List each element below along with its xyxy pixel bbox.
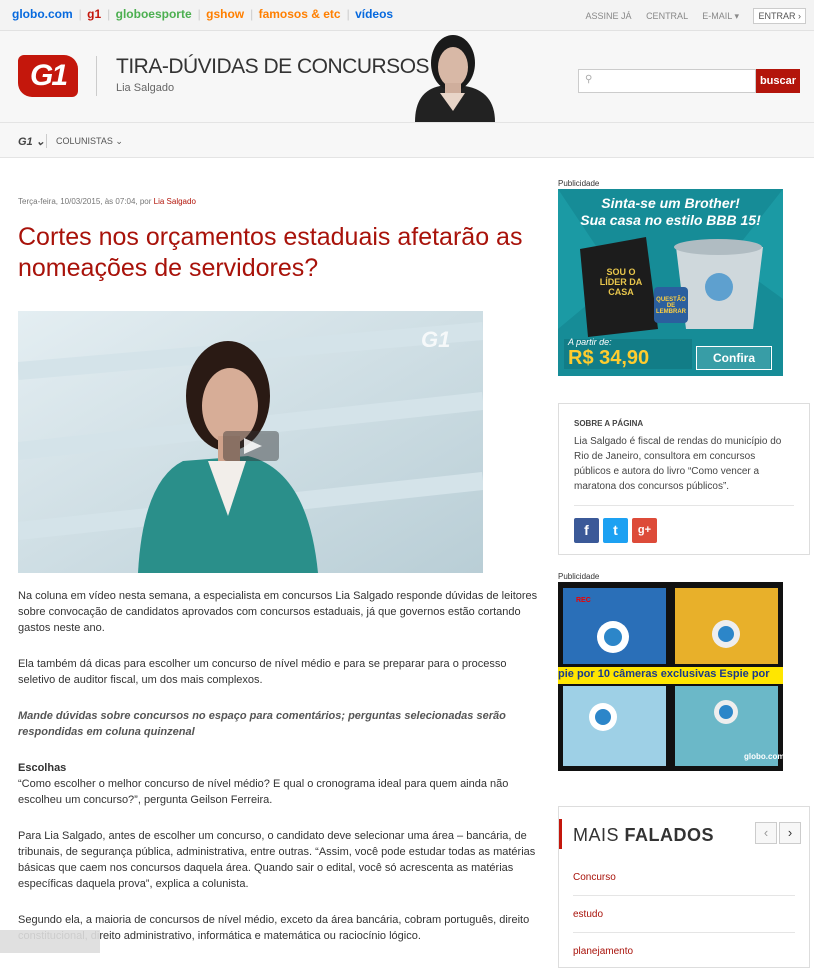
- list-item[interactable]: planejamento: [573, 946, 633, 957]
- mais-falados-title: MAIS FALADOS: [573, 825, 714, 846]
- chevron-down-icon: ▾: [731, 11, 739, 21]
- about-title: SOBRE A PÁGINA: [574, 419, 644, 428]
- email-label: E-MAIL: [702, 11, 732, 21]
- ad1-mug-text: QUESTÃO DE LEMBRAR: [656, 297, 686, 315]
- link-globo[interactable]: globo.com: [12, 7, 73, 21]
- search-button[interactable]: buscar: [756, 69, 800, 93]
- ad-banner-bbb[interactable]: pie por 10 câmeras exclusivas Espie por …: [558, 582, 783, 771]
- article-author-link[interactable]: Lia Salgado: [154, 197, 196, 206]
- ad-label: Publicidade: [558, 572, 600, 581]
- assine-link[interactable]: ASSINE JÁ: [586, 11, 632, 21]
- link-globoesporte[interactable]: globoesporte: [116, 7, 192, 21]
- paragraph-emphasis: Mande dúvidas sobre concursos no espaço …: [18, 710, 506, 738]
- author-portrait: [385, 31, 520, 122]
- link-g1[interactable]: g1: [87, 7, 101, 21]
- divider: [574, 505, 794, 506]
- divider: [573, 932, 795, 933]
- chevron-down-icon: ⌄: [32, 136, 45, 148]
- blog-title[interactable]: TIRA-DÚVIDAS DE CONCURSOS: [116, 55, 430, 79]
- video-g1-watermark: G1: [421, 327, 451, 352]
- paragraph: Na coluna em vídeo nesta semana, a espec…: [18, 590, 538, 634]
- ad2-logo: globo.com: [744, 752, 783, 761]
- chevron-right-icon: ›: [795, 11, 801, 21]
- globo-topbar: globo.com | g1 | globoesporte | gshow | famo…: [0, 0, 814, 31]
- search-box: ⚲ buscar: [578, 69, 800, 93]
- article-headline: Cortes nos orçamentos estaduais afetarão…: [18, 223, 523, 282]
- scroll-overlay: [0, 930, 100, 953]
- ad-label: Publicidade: [558, 179, 600, 188]
- divider: [46, 134, 47, 148]
- divider: [573, 895, 795, 896]
- twitter-icon[interactable]: t: [603, 518, 628, 543]
- about-page-box: SOBRE A PÁGINA Lia Salgado é fiscal de r…: [558, 403, 810, 555]
- ad1-line2: Sua casa no estilo BBB 15!: [580, 212, 761, 228]
- list-item[interactable]: Concurso: [573, 872, 616, 883]
- ad1-price: R$ 34,90: [568, 347, 650, 369]
- article-date: Terça-feira, 10/03/2015, às 07:04, por: [18, 197, 154, 206]
- entrar-button[interactable]: ENTRAR ›: [753, 8, 806, 24]
- secondary-nav: G1 ⌄ COLUNISTAS ⌄: [0, 123, 814, 158]
- paragraph: Ela também dá dicas para escolher um con…: [18, 658, 507, 686]
- divider: [96, 56, 97, 96]
- search-input[interactable]: ⚲: [578, 69, 756, 93]
- link-famosos[interactable]: famosos & etc: [259, 7, 341, 21]
- title-bold: FALADOS: [624, 825, 715, 845]
- central-link[interactable]: CENTRAL: [646, 11, 688, 21]
- ad2-band-text: pie por 10 câmeras exclusivas Espie por: [558, 668, 770, 680]
- mais-falados-box: MAIS FALADOS ‹ › Concurso estudo planeja…: [558, 806, 810, 968]
- nav-g1-menu[interactable]: G1 ⌄: [18, 135, 45, 148]
- ad1-confira-button[interactable]: Confira: [696, 346, 772, 370]
- title-light: MAIS: [573, 825, 620, 845]
- list-item[interactable]: estudo: [573, 909, 603, 920]
- blog-author: Lia Salgado: [116, 82, 175, 94]
- nav-g1-label: G1: [18, 136, 33, 148]
- about-text: Lia Salgado é fiscal de rendas do municí…: [574, 436, 782, 492]
- entrar-label: ENTRAR: [758, 11, 796, 21]
- article-body: Na coluna em vídeo nesta semana, a espec…: [18, 588, 538, 964]
- blog-header: G1 TIRA-DÚVIDAS DE CONCURSOS Lia Salgado…: [0, 31, 814, 123]
- facebook-icon[interactable]: f: [574, 518, 599, 543]
- account-links: ASSINE JÁ CENTRAL E-MAIL ▾ ENTRAR ›: [574, 8, 806, 24]
- link-gshow[interactable]: gshow: [206, 7, 244, 21]
- nav-colunistas-label: COLUNISTAS: [56, 136, 113, 146]
- paragraph: Para Lia Salgado, antes de escolher um c…: [18, 830, 536, 890]
- google-plus-icon[interactable]: g+: [632, 518, 657, 543]
- article-meta: Terça-feira, 10/03/2015, às 07:04, por L…: [18, 197, 196, 206]
- ad-banner-brother[interactable]: Sinta-se um Brother! Sua casa no estilo …: [558, 189, 783, 376]
- email-link[interactable]: E-MAIL ▾: [702, 11, 739, 21]
- nav-colunistas-menu[interactable]: COLUNISTAS ⌄: [56, 136, 123, 147]
- play-icon[interactable]: [223, 431, 279, 461]
- ad1-pillow-text: SOU O LÍDER DA CASA: [599, 267, 643, 297]
- paragraph: “Como escolher o melhor concurso de níve…: [18, 778, 509, 806]
- g1-logo[interactable]: G1: [18, 55, 78, 97]
- ad1-from: A partir de:: [568, 337, 612, 347]
- ad2-rec: REC: [576, 597, 591, 604]
- video-player[interactable]: G1: [18, 311, 483, 573]
- accent-bar: [559, 819, 562, 849]
- section-heading: Escolhas: [18, 762, 67, 774]
- portal-links: globo.com | g1 | globoesporte | gshow | famo…: [12, 7, 394, 21]
- chevron-right-icon[interactable]: ›: [779, 822, 801, 844]
- chevron-left-icon[interactable]: ‹: [755, 822, 777, 844]
- search-icon: ⚲: [585, 74, 593, 85]
- chevron-down-icon: ⌄: [112, 136, 123, 146]
- link-videos[interactable]: vídeos: [355, 7, 393, 21]
- ad1-line1: Sinta-se um Brother!: [601, 195, 740, 211]
